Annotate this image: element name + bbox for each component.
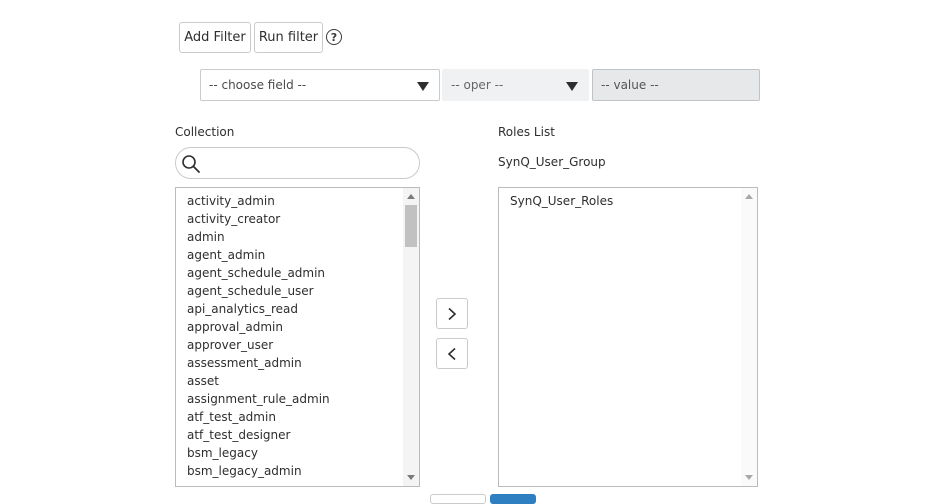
save-button[interactable] [490,494,536,504]
choose-field-select[interactable]: -- choose field -- [200,69,440,101]
collection-list-item[interactable]: approval_admin [187,320,330,338]
scroll-down-arrow-icon[interactable] [407,475,415,480]
choose-field-text: -- choose field -- [209,78,307,92]
collection-list-item[interactable]: activity_creator [187,212,330,230]
search-icon [181,154,201,178]
collection-list-item[interactable]: asset [187,374,330,392]
operator-text: -- oper -- [451,78,504,92]
collection-list-item[interactable]: bsm_legacy_admin [187,464,330,482]
value-text: -- value -- [601,78,659,92]
remove-from-roles-button[interactable] [436,338,468,369]
collection-list-item[interactable]: agent_admin [187,248,330,266]
collection-list-item[interactable]: admin [187,230,330,248]
collection-list-item[interactable]: activity_admin [187,194,330,212]
collection-list-item[interactable]: api_analytics_read [187,302,330,320]
roles-list-item[interactable]: SynQ_User_Roles [510,194,613,212]
chevron-right-icon [448,307,457,320]
collection-list-item[interactable]: assessment_admin [187,356,330,374]
roles-list-label: Roles List [498,125,555,139]
roles-listbox[interactable]: SynQ_User_Roles [498,187,758,487]
cancel-button[interactable] [430,494,486,504]
caret-down-icon [566,82,578,91]
run-filter-button[interactable]: Run filter [254,22,323,53]
roles-items: SynQ_User_Roles [510,194,613,212]
collection-list-item[interactable]: assignment_rule_admin [187,392,330,410]
add-filter-button[interactable]: Add Filter [179,22,251,53]
collection-list-item[interactable]: atf_test_admin [187,410,330,428]
collection-items: activity_admin activity_creator admin agent… [187,194,330,482]
scrollbar-thumb[interactable] [405,205,417,247]
add-to-roles-button[interactable] [436,298,468,329]
chevron-left-icon [447,347,456,360]
scroll-up-arrow-icon[interactable] [745,194,753,199]
group-name: SynQ_User_Group [498,155,606,169]
operator-select[interactable]: -- oper -- [442,69,589,101]
collection-scrollbar[interactable] [403,188,419,486]
collection-list-item[interactable]: agent_schedule_admin [187,266,330,284]
collection-list-item[interactable]: atf_test_designer [187,428,330,446]
collection-list-item[interactable]: bsm_legacy [187,446,330,464]
roles-scrollbar[interactable] [741,188,757,486]
collection-listbox[interactable]: activity_admin activity_creator admin agent… [175,187,420,487]
collection-list-item[interactable]: approver_user [187,338,330,356]
caret-down-icon [417,82,429,91]
collection-label: Collection [175,125,235,139]
collection-list-item[interactable]: agent_schedule_user [187,284,330,302]
scroll-up-arrow-icon[interactable] [407,194,415,199]
help-icon[interactable]: ? [326,29,342,45]
value-field[interactable]: -- value -- [592,69,760,101]
collection-search-input[interactable] [175,147,420,179]
scroll-down-arrow-icon[interactable] [745,475,753,480]
